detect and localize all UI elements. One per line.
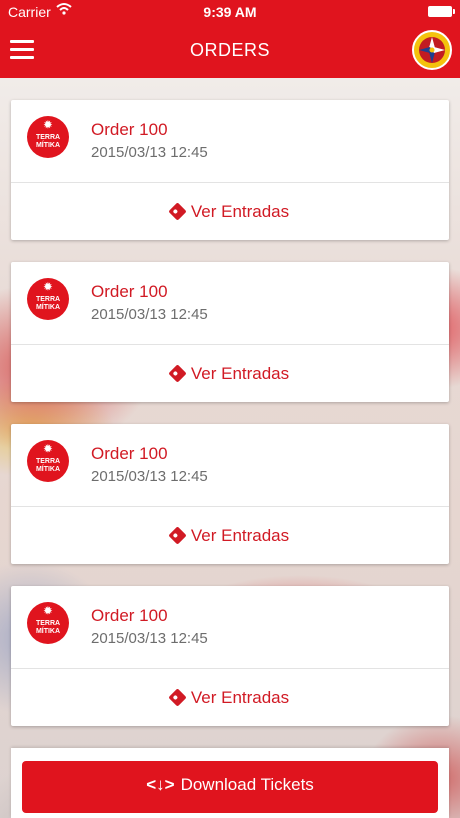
- compass-logo-icon[interactable]: [412, 30, 452, 70]
- ver-entradas-label-wrap: Ver Entradas: [11, 202, 449, 222]
- ver-entradas-button[interactable]: Ver Entradas: [11, 183, 449, 240]
- logo-text: TERRA MÍTIKA: [35, 134, 61, 149]
- logo-text: TERRA MÍTIKA: [35, 458, 61, 473]
- terra-mitika-logo: ✹ TERRA MÍTIKA: [27, 278, 69, 320]
- ver-entradas-button[interactable]: Ver Entradas: [11, 669, 449, 726]
- star-icon: ✹: [43, 606, 53, 617]
- code-download-icon: <↓>: [146, 775, 175, 794]
- download-tickets-button[interactable]: <↓> Download Tickets: [22, 761, 438, 813]
- order-card: ✹ TERRA MÍTIKA Order 100 2015/03/13 12:4…: [11, 262, 449, 402]
- star-icon: ✹: [43, 282, 53, 293]
- order-date: 2015/03/13 12:45: [91, 468, 208, 485]
- tag-icon: [168, 364, 187, 383]
- ver-entradas-label: Ver Entradas: [190, 202, 290, 221]
- ver-entradas-label-wrap: Ver Entradas: [11, 526, 449, 546]
- order-card: ✹ TERRA MÍTIKA Order 100 2015/03/13 12:4…: [11, 424, 449, 564]
- order-header: ✹ TERRA MÍTIKA Order 100 2015/03/13 12:4…: [11, 100, 449, 183]
- download-tickets-label: Download Tickets: [180, 775, 314, 794]
- order-title: Order 100: [91, 120, 168, 139]
- order-card: ✹ TERRA MÍTIKA Order 100 2015/03/13 12:4…: [11, 586, 449, 726]
- order-header: ✹ TERRA MÍTIKA Order 100 2015/03/13 12:4…: [11, 262, 449, 345]
- download-panel: <↓> Download Tickets: [11, 748, 449, 818]
- star-icon: ✹: [43, 444, 53, 455]
- ver-entradas-label: Ver Entradas: [190, 688, 290, 707]
- terra-mitika-logo: ✹ TERRA MÍTIKA: [27, 116, 69, 158]
- tag-icon: [168, 202, 187, 221]
- order-header: ✹ TERRA MÍTIKA Order 100 2015/03/13 12:4…: [11, 586, 449, 669]
- terra-mitika-logo: ✹ TERRA MÍTIKA: [27, 440, 69, 482]
- order-card: ✹ TERRA MÍTIKA Order 100 2015/03/13 12:4…: [11, 100, 449, 240]
- order-header: ✹ TERRA MÍTIKA Order 100 2015/03/13 12:4…: [11, 424, 449, 507]
- logo-text: TERRA MÍTIKA: [35, 296, 61, 311]
- page-title: ORDERS: [189, 40, 270, 60]
- battery-icon: [428, 6, 455, 17]
- navigation-bar: ORDERS: [0, 24, 460, 78]
- ver-entradas-label: Ver Entradas: [190, 526, 290, 545]
- ver-entradas-button[interactable]: Ver Entradas: [11, 345, 449, 402]
- logo-text: TERRA MÍTIKA: [35, 620, 61, 635]
- ver-entradas-button[interactable]: Ver Entradas: [11, 507, 449, 564]
- status-bar: Carrier 9:39 AM: [0, 0, 460, 24]
- order-date: 2015/03/13 12:45: [91, 306, 208, 323]
- terra-mitika-logo: ✹ TERRA MÍTIKA: [27, 602, 69, 644]
- tag-icon: [168, 688, 187, 707]
- order-title: Order 100: [91, 444, 168, 463]
- order-title: Order 100: [91, 606, 168, 625]
- order-date: 2015/03/13 12:45: [91, 630, 208, 647]
- star-icon: ✹: [43, 120, 53, 131]
- tag-icon: [168, 526, 187, 545]
- ver-entradas-label: Ver Entradas: [190, 364, 290, 383]
- order-date: 2015/03/13 12:45: [91, 144, 208, 161]
- status-time: 9:39 AM: [203, 4, 257, 20]
- ver-entradas-label-wrap: Ver Entradas: [11, 364, 449, 384]
- ver-entradas-label-wrap: Ver Entradas: [11, 688, 449, 708]
- order-title: Order 100: [91, 282, 168, 301]
